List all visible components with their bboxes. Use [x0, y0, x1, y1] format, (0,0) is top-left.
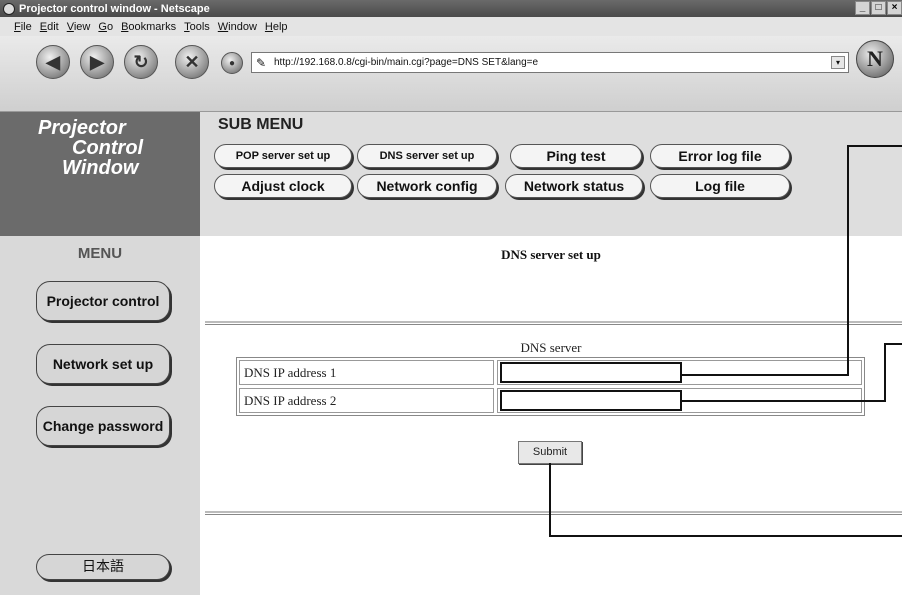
url-text: http://192.168.0.8/cgi-bin/main.cgi?page…	[274, 57, 539, 68]
projector-control-button[interactable]: Projector control	[36, 281, 170, 321]
callout-line	[682, 400, 886, 402]
menu-tools[interactable]: Tools	[184, 21, 210, 33]
dns-ip-1-cell	[497, 360, 862, 385]
divider	[205, 321, 902, 325]
close-button[interactable]: ×	[887, 1, 902, 15]
stop-icon[interactable]: ✕	[175, 45, 209, 79]
callout-line	[847, 145, 849, 375]
menu-file[interactable]: File	[14, 21, 32, 33]
callout-line	[549, 535, 902, 537]
section-label: DNS server	[520, 340, 582, 355]
window-titlebar: Projector control window - Netscape _ □ …	[0, 0, 902, 17]
callout-line	[682, 374, 849, 376]
dns-ip-2-label: DNS IP address 2	[239, 388, 494, 413]
menu-go[interactable]: Go	[98, 21, 113, 33]
callout-line	[549, 463, 551, 537]
ping-test-button[interactable]: Ping test	[510, 144, 642, 168]
menu-window[interactable]: Window	[218, 21, 257, 33]
brand-line-2: Control	[72, 137, 144, 159]
error-log-file-button[interactable]: Error log file	[650, 144, 790, 168]
netscape-logo[interactable]: N	[856, 40, 894, 78]
window-controls: _ □ ×	[855, 1, 902, 15]
japanese-language-button[interactable]: 日本語	[36, 554, 170, 580]
divider	[205, 511, 902, 515]
menu-help[interactable]: Help	[265, 21, 288, 33]
back-icon[interactable]: ◀	[36, 45, 70, 79]
navigation-toolbar: ◀ ▶ ↻ ✕ ● ✎ http://192.168.0.8/cgi-bin/m…	[0, 36, 902, 112]
page-icon: ✎	[256, 56, 267, 70]
menu-view[interactable]: View	[67, 21, 91, 33]
menu-bookmarks[interactable]: Bookmarks	[121, 21, 176, 33]
callout-line	[884, 343, 886, 402]
menu-bar: File Edit View Go Bookmarks Tools Window…	[0, 17, 902, 36]
callout-line	[847, 145, 902, 147]
submenu-title: SUB MENU	[218, 116, 304, 133]
dns-ip-2-input[interactable]	[500, 390, 682, 411]
maximize-button[interactable]: □	[871, 1, 886, 15]
menu-edit[interactable]: Edit	[40, 21, 59, 33]
submit-button[interactable]: Submit	[518, 441, 582, 464]
brand-panel: Projector Control Window	[0, 112, 200, 236]
minimize-button[interactable]: _	[855, 1, 870, 15]
change-password-button[interactable]: Change password	[36, 406, 170, 446]
brand-line-1: Projector	[38, 117, 126, 139]
table-row: DNS IP address 1	[239, 360, 862, 385]
network-config-button[interactable]: Network config	[357, 174, 497, 198]
network-setup-button[interactable]: Network set up	[36, 344, 170, 384]
brand-line-3: Window	[62, 157, 139, 179]
log-file-button[interactable]: Log file	[650, 174, 790, 198]
network-status-button[interactable]: Network status	[505, 174, 643, 198]
dns-ip-1-label: DNS IP address 1	[239, 360, 494, 385]
callout-line	[884, 343, 902, 345]
home-icon[interactable]: ●	[221, 52, 243, 74]
reload-icon[interactable]: ↻	[124, 45, 158, 79]
sidebar: MENU Projector control Network set up Ch…	[0, 236, 200, 595]
forward-icon[interactable]: ▶	[80, 45, 114, 79]
dns-ip-1-input[interactable]	[500, 362, 682, 383]
submenu-panel: SUB MENU POP server set up DNS server se…	[200, 112, 902, 236]
dns-table: DNS IP address 1 DNS IP address 2	[236, 357, 865, 416]
netscape-icon	[3, 2, 15, 15]
menu-title: MENU	[77, 245, 123, 262]
dns-server-setup-button[interactable]: DNS server set up	[357, 144, 497, 168]
window-title: Projector control window - Netscape	[19, 2, 210, 15]
page-title: DNS server set up	[501, 247, 601, 262]
url-field[interactable]: ✎ http://192.168.0.8/cgi-bin/main.cgi?pa…	[251, 52, 849, 73]
pop-server-setup-button[interactable]: POP server set up	[214, 144, 352, 168]
url-dropdown-icon[interactable]: ▾	[831, 56, 845, 69]
adjust-clock-button[interactable]: Adjust clock	[214, 174, 352, 198]
